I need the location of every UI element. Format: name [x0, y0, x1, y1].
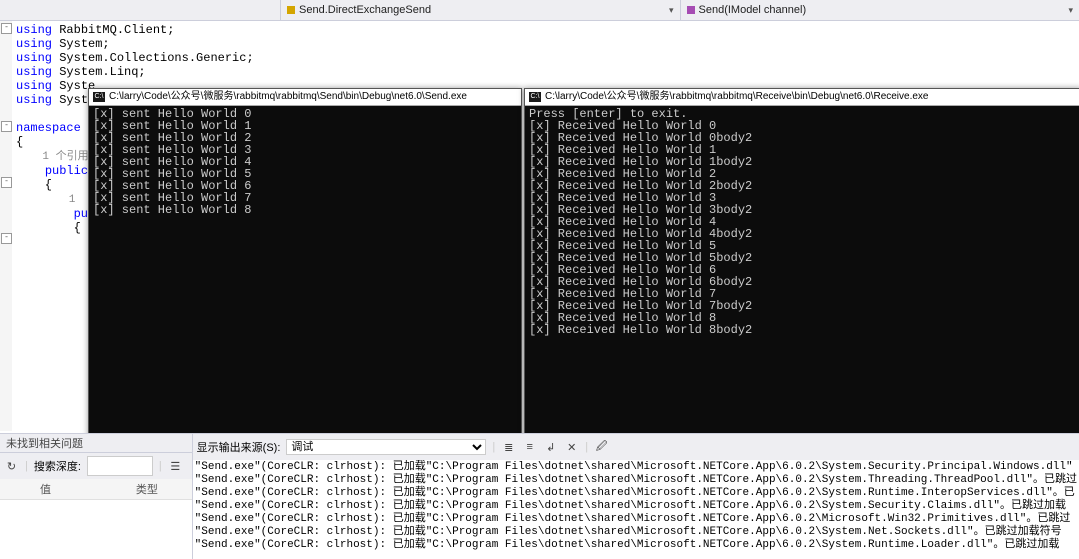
- console-output: [x] sent Hello World 0 [x] sent Hello Wo…: [89, 106, 521, 218]
- issues-grid-body: [0, 500, 192, 559]
- breadcrumb-class-combo[interactable]: Send.DirectExchangeSend ▾: [280, 0, 680, 20]
- fold-toggle[interactable]: -: [1, 121, 12, 132]
- method-icon: [687, 6, 695, 14]
- col-value[interactable]: 值: [0, 481, 96, 497]
- console-window-send[interactable]: C:\ C:\larry\Code\公众号\微服务\rabbitmq\rabbi…: [88, 88, 522, 466]
- cmd-icon: C:\: [529, 92, 541, 102]
- fold-toggle[interactable]: -: [1, 23, 12, 34]
- search-label: 搜索深度:: [34, 458, 81, 474]
- clear-all-icon[interactable]: ✕: [564, 440, 579, 455]
- issues-panel: 未找到相关问题 ↻ | 搜索深度: | ☰ 值 类型: [0, 433, 192, 559]
- issues-tab[interactable]: 未找到相关问题: [0, 434, 192, 453]
- fold-gutter[interactable]: - - - -: [0, 21, 12, 431]
- breadcrumb-bar: Send.DirectExchangeSend ▾ Send(IModel ch…: [0, 0, 1079, 21]
- output-text[interactable]: "Send.exe"(CoreCLR: clrhost): 已加载"C:\Pro…: [193, 460, 1079, 559]
- output-panel: 显示输出来源(S): 调试 | ≣ ≡ ↲ ✕ | 🖉 "Send.exe"(C…: [192, 433, 1079, 559]
- output-source-select[interactable]: 调试: [286, 439, 486, 455]
- console-window-receive[interactable]: C:\ C:\larry\Code\公众号\微服务\rabbitmq\rabbi…: [524, 88, 1079, 466]
- refresh-icon[interactable]: ↻: [4, 459, 19, 474]
- fold-toggle[interactable]: -: [1, 233, 12, 244]
- issues-grid-header: 值 类型: [0, 479, 192, 500]
- output-toolbar: 显示输出来源(S): 调试 | ≣ ≡ ↲ ✕ | 🖉: [193, 434, 1079, 460]
- chevron-down-icon: ▾: [1068, 5, 1073, 16]
- console-output: Press [enter] to exit. [x] Received Hell…: [525, 106, 1079, 338]
- console-titlebar[interactable]: C:\ C:\larry\Code\公众号\微服务\rabbitmq\rabbi…: [525, 89, 1079, 106]
- class-icon: [287, 6, 295, 14]
- wrap-icon[interactable]: ↲: [543, 440, 558, 455]
- search-depth-input[interactable]: [87, 456, 153, 476]
- console-titlebar[interactable]: C:\ C:\larry\Code\公众号\微服务\rabbitmq\rabbi…: [89, 89, 521, 106]
- issues-toolbar: ↻ | 搜索深度: | ☰: [0, 453, 192, 479]
- fold-toggle[interactable]: -: [1, 177, 12, 188]
- output-source-label: 显示输出来源(S):: [197, 439, 281, 455]
- console-title: C:\larry\Code\公众号\微服务\rabbitmq\rabbitmq\…: [545, 91, 929, 103]
- list-icon[interactable]: ☰: [168, 459, 183, 474]
- console-title: C:\larry\Code\公众号\微服务\rabbitmq\rabbitmq\…: [109, 91, 467, 103]
- chevron-down-icon: ▾: [669, 5, 674, 16]
- bottom-panels: 未找到相关问题 ↻ | 搜索深度: | ☰ 值 类型 显示输出来源(S): 调试…: [0, 433, 1079, 559]
- breadcrumb-class-label: Send.DirectExchangeSend: [299, 4, 431, 16]
- breadcrumb-method-combo[interactable]: Send(IModel channel) ▾: [680, 0, 1079, 20]
- toggle-icon[interactable]: ≡: [522, 440, 537, 455]
- breadcrumb-method-label: Send(IModel channel): [699, 4, 807, 16]
- cmd-icon: C:\: [93, 92, 105, 102]
- lock-icon[interactable]: 🖉: [594, 440, 609, 455]
- col-type[interactable]: 类型: [96, 481, 192, 497]
- clear-icon[interactable]: ≣: [501, 440, 516, 455]
